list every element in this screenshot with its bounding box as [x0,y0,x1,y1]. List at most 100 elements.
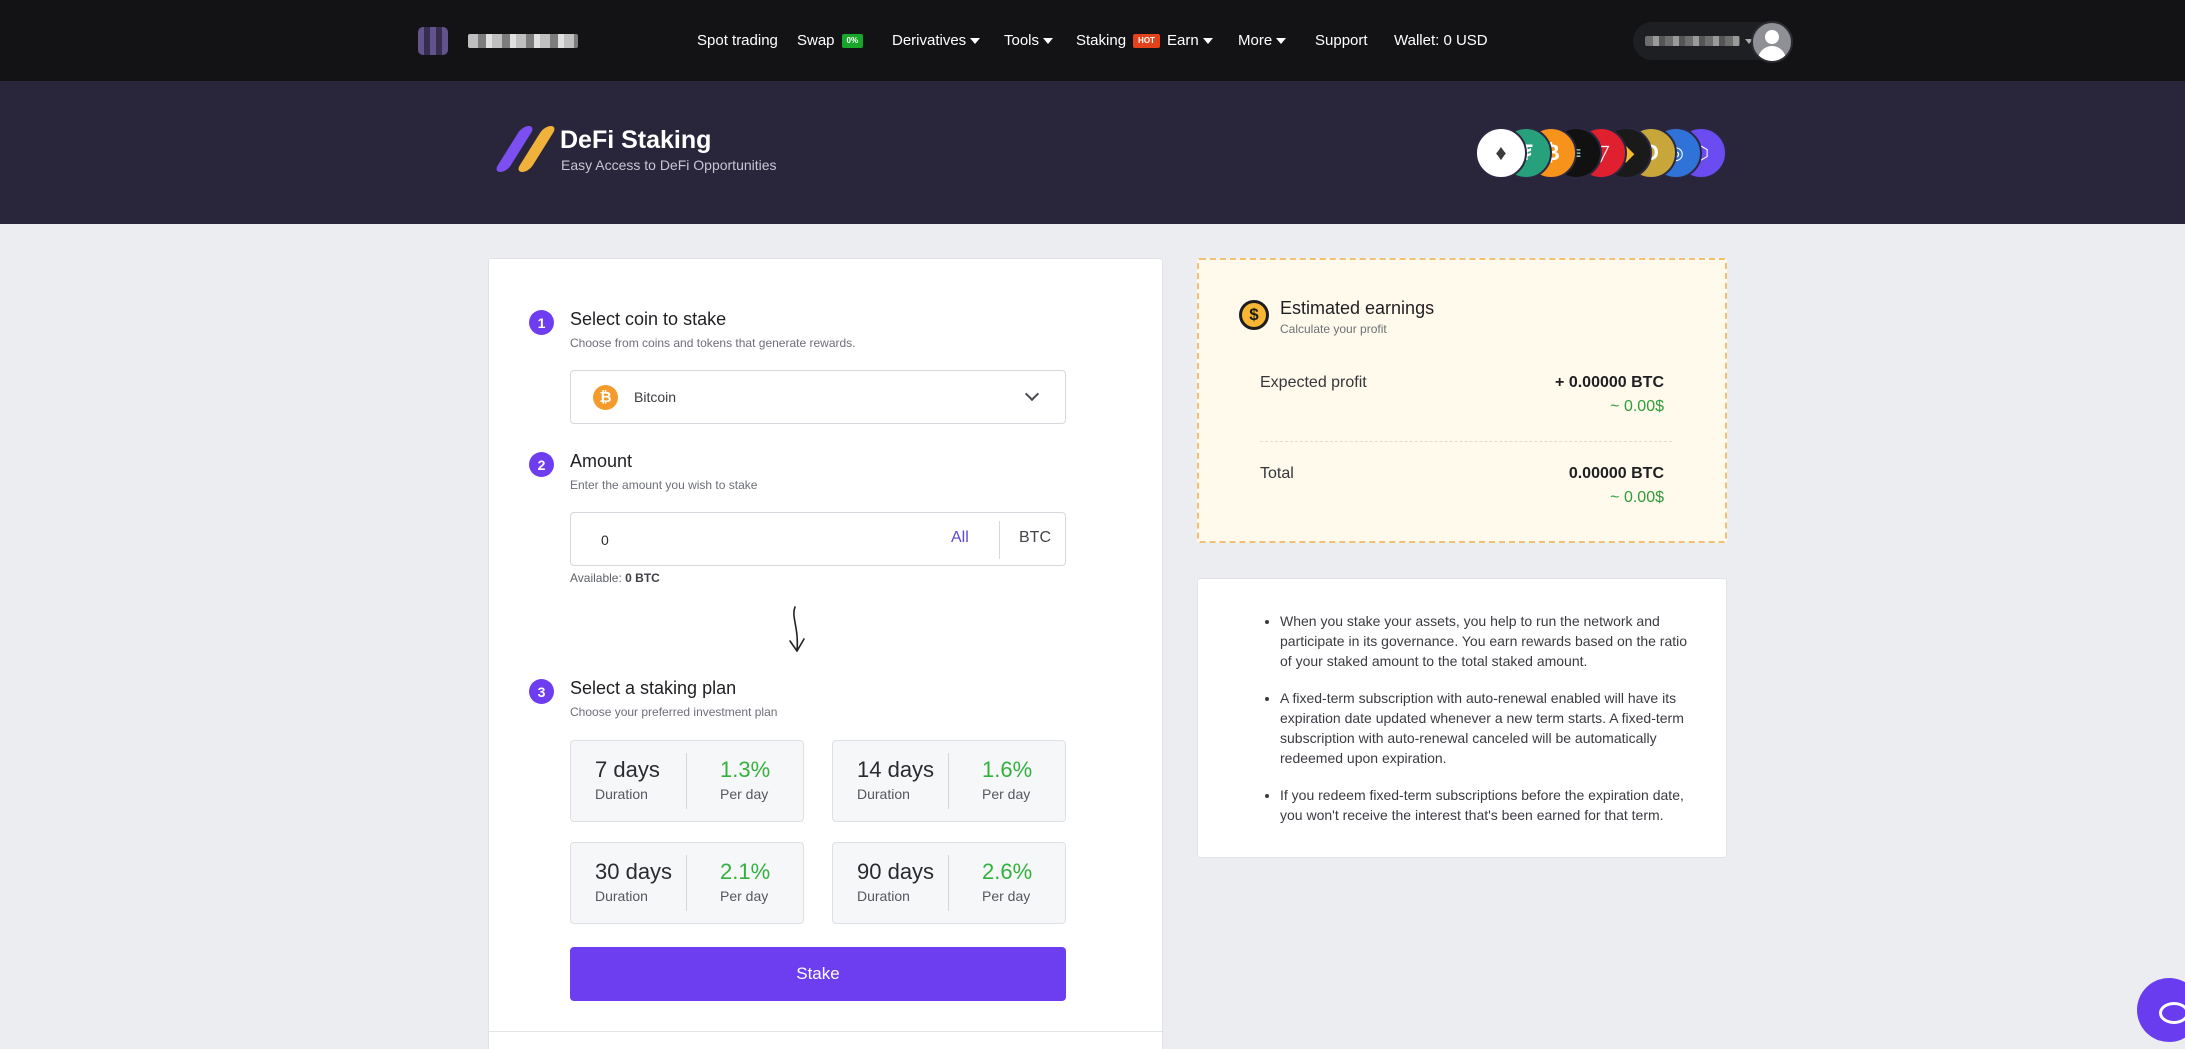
step-title: Select a staking plan [570,678,737,698]
ethereum-icon: ♦ [1475,127,1527,179]
nav-label: Support [1315,32,1368,49]
nav-more[interactable]: More [1238,32,1315,49]
plan-rate: 2.6% [982,859,1033,884]
brand-mark-icon [418,27,448,55]
step-title: Amount [570,451,633,471]
arrow-down-icon [789,606,805,652]
earnings-title: Estimated earnings [1280,298,1435,318]
nav-derivatives[interactable]: Derivatives [892,32,1004,49]
username-blurred [1645,36,1740,46]
info-list: When you stake your assets, you help to … [1280,611,1690,842]
plan-7-days[interactable]: 7 days Duration 1.3% Per day [570,740,804,822]
user-silhouette-icon [1765,30,1779,44]
nav-swap[interactable]: Swap 0% [797,32,892,49]
plan-rate: 1.6% [982,757,1033,782]
available-balance: Available: 0 BTC [570,571,660,585]
expected-profit-label: Expected profit [1260,374,1367,391]
step-subtitle: Choose from coins and tokens that genera… [570,336,856,350]
plan-rate-label: Per day [982,888,1031,904]
total-value: 0.00000 BTC [1568,465,1664,482]
plan-duration: 30 days [595,859,673,884]
page-title: DeFi Staking [560,126,712,154]
nav-label: Tools [1004,32,1040,49]
user-menu[interactable] [1633,21,1793,63]
nav-label: Spot trading [697,32,778,49]
hot-badge: HOT [1133,33,1160,48]
coin-icons-stack: ⬡ ◎ Ð ◆ ▽ ≡ ₿ ₮ ♦ [1475,127,1727,179]
brand-logo[interactable] [418,26,578,56]
plan-duration-label: Duration [595,786,648,802]
caret-down-icon [1202,37,1213,44]
bitcoin-icon: ₿ [593,385,618,410]
estimated-earnings-card: $ Estimated earnings Calculate your prof… [1197,258,1727,543]
divider [686,855,687,911]
plan-rate-label: Per day [720,786,769,802]
nav-staking[interactable]: Staking HOT [1076,32,1167,49]
step-title: Select coin to stake [570,309,727,329]
amount-unit: BTC [1019,529,1051,546]
plan-duration-label: Duration [857,786,910,802]
staking-info-card: When you stake your assets, you help to … [1197,578,1727,858]
nav-wallet[interactable]: Wallet: 0 USD [1394,32,1488,49]
amount-input[interactable] [601,529,901,551]
nav-support[interactable]: Support [1315,32,1394,49]
expected-profit-usd: ~ 0.00$ [1610,398,1664,415]
all-button[interactable]: All [951,529,969,547]
caret-down-icon [1043,37,1054,44]
divider [489,1031,1164,1032]
avatar[interactable] [1751,21,1793,63]
coin-select[interactable]: ₿ Bitcoin [570,370,1066,424]
available-value: 0 BTC [625,571,660,585]
step-number: 2 [529,452,554,477]
divider [999,521,1000,559]
stake-button[interactable]: Stake [570,947,1066,1001]
amount-field: All BTC [570,512,1066,566]
plan-duration: 14 days [857,757,935,782]
nav-label: Staking [1076,32,1127,49]
step-subtitle: Choose your preferred investment plan [570,705,778,719]
plan-30-days[interactable]: 30 days Duration 2.1% Per day [570,842,804,924]
nav-label: Earn [1167,32,1199,49]
plan-rate: 1.3% [720,757,771,782]
total-label: Total [1260,465,1294,482]
nav-earn[interactable]: Earn [1167,32,1238,49]
list-item: If you redeem fixed-term subscriptions b… [1280,785,1690,825]
plan-duration-label: Duration [857,888,910,904]
divider [686,753,687,809]
divider [948,753,949,809]
list-item: When you stake your assets, you help to … [1280,611,1690,671]
stake-form-card: 1 Select coin to stake Choose from coins… [488,258,1164,1049]
brand-name-blurred [468,34,578,48]
dollar-coin-icon: $ [1239,300,1269,330]
top-navbar: Spot trading Swap 0% Derivatives Tools St… [0,0,2185,81]
plan-duration: 90 days [857,859,935,884]
user-silhouette-body [1758,46,1786,61]
step-number: 3 [529,679,554,704]
hero-banner: DeFi Staking Easy Access to DeFi Opportu… [0,81,2185,224]
plan-rate-label: Per day [720,888,769,904]
plan-duration-label: Duration [595,888,648,904]
step-number: 1 [529,310,554,335]
caret-down-icon [1276,37,1287,44]
expected-profit-value: + 0.00000 BTC [1555,374,1664,391]
nav-label: More [1238,32,1273,49]
nav-tools[interactable]: Tools [1004,32,1076,49]
nav-label: Swap [797,32,835,49]
available-label: Available: [570,571,622,585]
zero-fee-badge: 0% [841,33,864,48]
chat-support-button[interactable] [2137,978,2185,1042]
plan-14-days[interactable]: 14 days Duration 1.6% Per day [832,740,1066,822]
divider [1260,441,1672,442]
plan-90-days[interactable]: 90 days Duration 2.6% Per day [832,842,1066,924]
nav-spot-trading[interactable]: Spot trading [697,32,797,49]
nav-label: Derivatives [892,32,967,49]
page-subtitle: Easy Access to DeFi Opportunities [561,157,777,173]
nav-label: Wallet: 0 USD [1394,32,1488,49]
plan-duration: 7 days [595,757,660,782]
chevron-down-icon [1024,386,1040,402]
main-nav: Spot trading Swap 0% Derivatives Tools St… [697,0,1488,81]
chat-bubble-icon [2159,1002,2185,1024]
divider [948,855,949,911]
defi-staking-logo-icon [493,126,558,172]
caret-down-icon [970,37,981,44]
